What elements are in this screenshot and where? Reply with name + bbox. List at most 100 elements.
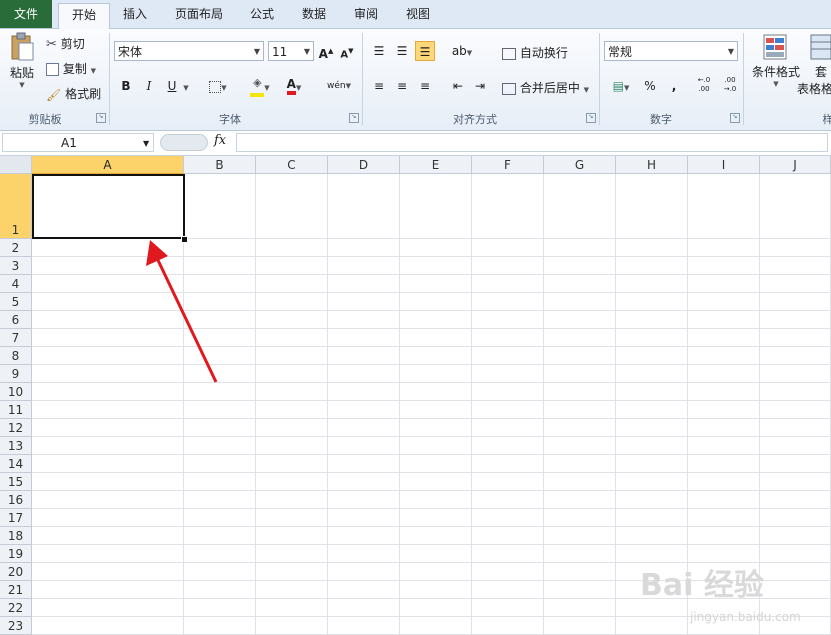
grid-cell[interactable] <box>328 401 400 419</box>
grid-cell[interactable] <box>760 509 831 527</box>
grid-cell[interactable] <box>760 581 831 599</box>
grid-cell[interactable] <box>616 491 688 509</box>
grid-cell[interactable] <box>328 239 400 257</box>
grid-cell[interactable] <box>616 347 688 365</box>
grid-cell[interactable] <box>544 329 616 347</box>
grid-cell[interactable] <box>32 509 184 527</box>
grid-cell[interactable] <box>760 329 831 347</box>
grid-cell[interactable] <box>328 419 400 437</box>
grid-cell[interactable] <box>400 347 472 365</box>
grid-cell[interactable] <box>688 329 760 347</box>
grid-cell[interactable] <box>184 599 256 617</box>
grid-cell[interactable] <box>400 257 472 275</box>
tab-view[interactable]: 视图 <box>396 3 440 27</box>
format-as-table-button[interactable]: 套 表格格 <box>797 33 831 97</box>
grid-cell[interactable] <box>400 437 472 455</box>
grid-cell[interactable] <box>688 419 760 437</box>
grid-cell[interactable] <box>256 617 328 635</box>
number-format-select[interactable]: 常规 ▼ <box>604 41 738 61</box>
grid-cell[interactable] <box>184 527 256 545</box>
grid-cell[interactable] <box>544 419 616 437</box>
grid-cell[interactable] <box>256 437 328 455</box>
orientation-icon[interactable]: ab▼ <box>450 41 474 61</box>
grid-cell[interactable] <box>184 455 256 473</box>
grid-cell[interactable] <box>256 347 328 365</box>
row-header[interactable]: 19 <box>0 545 32 563</box>
column-header-g[interactable]: G <box>544 156 616 174</box>
dialog-launcher-icon[interactable]: ↘ <box>586 113 596 123</box>
grid-cell[interactable] <box>256 311 328 329</box>
grid-cell[interactable] <box>328 257 400 275</box>
wrap-text-button[interactable]: 自动换行 <box>502 44 568 61</box>
grid-cell[interactable] <box>256 545 328 563</box>
grid-cell[interactable] <box>688 383 760 401</box>
row-header[interactable]: 11 <box>0 401 32 419</box>
formula-bar-resizer[interactable] <box>160 134 208 151</box>
grid-cell[interactable] <box>544 581 616 599</box>
grid-cell[interactable] <box>760 257 831 275</box>
row-header[interactable]: 20 <box>0 563 32 581</box>
grid-cell[interactable] <box>544 527 616 545</box>
grid-cell[interactable] <box>688 455 760 473</box>
grid-cell[interactable] <box>328 311 400 329</box>
grid-cell[interactable] <box>760 455 831 473</box>
grid-cell[interactable] <box>328 365 400 383</box>
grid-cell[interactable] <box>616 527 688 545</box>
grid-cell[interactable] <box>256 527 328 545</box>
grid-cell[interactable] <box>472 473 544 491</box>
grid-cell[interactable] <box>616 419 688 437</box>
grid-cell[interactable] <box>472 617 544 635</box>
row-header[interactable]: 8 <box>0 347 32 365</box>
grid-cell[interactable] <box>544 365 616 383</box>
grow-font-button[interactable]: A▲ <box>316 41 336 61</box>
grid-cell[interactable] <box>544 311 616 329</box>
grid-cell[interactable] <box>400 509 472 527</box>
grid-cell[interactable] <box>256 257 328 275</box>
grid-cell[interactable] <box>760 311 831 329</box>
grid-cell[interactable] <box>472 174 544 239</box>
column-header-h[interactable]: H <box>616 156 688 174</box>
grid-cell[interactable] <box>544 599 616 617</box>
grid-cell[interactable] <box>760 401 831 419</box>
grid-cell[interactable] <box>688 275 760 293</box>
grid-cell[interactable] <box>688 365 760 383</box>
grid-cell[interactable] <box>760 174 831 239</box>
grid-cell[interactable] <box>256 581 328 599</box>
grid-cell[interactable] <box>400 329 472 347</box>
grid-cell[interactable] <box>32 401 184 419</box>
grid-cell[interactable] <box>184 545 256 563</box>
grid-cell[interactable] <box>184 491 256 509</box>
dialog-launcher-icon[interactable]: ↘ <box>349 113 359 123</box>
row-header[interactable]: 14 <box>0 455 32 473</box>
percent-button[interactable]: % <box>640 76 660 96</box>
grid-cell[interactable] <box>256 599 328 617</box>
row-header[interactable]: 2 <box>0 239 32 257</box>
grid-cell[interactable] <box>328 617 400 635</box>
grid-cell[interactable] <box>544 275 616 293</box>
grid-cell[interactable] <box>256 365 328 383</box>
grid-cell[interactable] <box>328 491 400 509</box>
grid-cell[interactable] <box>472 365 544 383</box>
column-header-d[interactable]: D <box>328 156 400 174</box>
grid-cell[interactable] <box>688 401 760 419</box>
grid-cell[interactable] <box>400 383 472 401</box>
grid-cell[interactable] <box>616 617 688 635</box>
grid-cell[interactable] <box>544 347 616 365</box>
tab-data[interactable]: 数据 <box>292 3 336 27</box>
grid-cell[interactable] <box>544 455 616 473</box>
grid-cell[interactable] <box>328 174 400 239</box>
grid-cell[interactable] <box>256 174 328 239</box>
grid-cell[interactable] <box>400 599 472 617</box>
italic-button[interactable]: I <box>139 76 159 96</box>
grid-cell[interactable] <box>616 275 688 293</box>
grid-cell[interactable] <box>184 509 256 527</box>
align-left-icon[interactable]: ≡ <box>369 76 389 96</box>
grid-cell[interactable] <box>32 599 184 617</box>
fill-color-button[interactable]: ◈ ▼ <box>250 76 270 97</box>
grid-cell[interactable] <box>328 437 400 455</box>
grid-cell[interactable] <box>32 491 184 509</box>
grid-cell[interactable] <box>544 473 616 491</box>
grid-cell[interactable] <box>472 293 544 311</box>
align-top-icon[interactable]: ☰ <box>369 41 389 61</box>
grid-cell[interactable] <box>688 509 760 527</box>
